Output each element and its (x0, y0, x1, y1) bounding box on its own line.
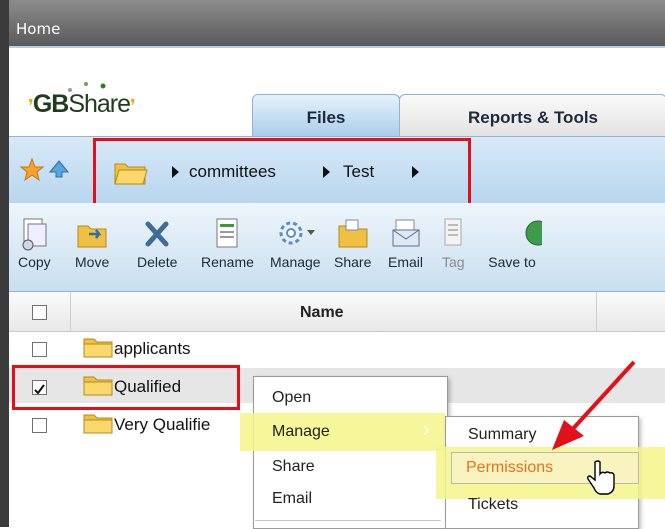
save-to-button[interactable]: Save to (482, 216, 551, 270)
submenu-item-tickets[interactable]: Tickets (468, 496, 518, 514)
window-frame-left (0, 0, 9, 527)
breadcrumb-test[interactable]: Test (343, 162, 374, 182)
breadcrumb-separator-icon (323, 166, 330, 178)
folder-icon (83, 336, 113, 362)
share-icon (334, 216, 371, 252)
hand-cursor-icon (586, 460, 616, 500)
folder-open-icon[interactable] (113, 158, 149, 190)
save-to-icon (482, 216, 551, 252)
up-arrow-icon[interactable] (48, 160, 70, 182)
breadcrumb-committees[interactable]: committees (189, 162, 276, 182)
row-checkbox[interactable] (32, 418, 47, 433)
submenu-item-summary[interactable]: Summary (468, 426, 536, 444)
email-icon (388, 216, 423, 252)
row-name[interactable]: applicants (114, 339, 191, 359)
manage-icon (270, 216, 321, 252)
delete-button[interactable]: Delete (137, 216, 177, 270)
folder-icon (83, 412, 113, 438)
email-button[interactable]: Email (388, 216, 423, 270)
window-title: Home (16, 20, 61, 38)
header-divider (9, 46, 665, 48)
submenu-arrow-icon: › (423, 419, 430, 441)
tag-icon (442, 216, 465, 252)
copy-icon (18, 216, 51, 252)
column-separator (70, 292, 71, 332)
annotation-arrow-icon (530, 358, 640, 472)
share-button[interactable]: Share (334, 216, 371, 270)
row-checkbox[interactable] (32, 342, 47, 357)
menu-item-manage[interactable]: Manage (272, 423, 330, 441)
row-name[interactable]: Very Qualifie (114, 415, 210, 435)
column-separator (596, 292, 597, 332)
tab-reports-tools[interactable]: Reports & Tools (399, 94, 665, 137)
rename-icon (201, 216, 254, 252)
favorites-star-icon[interactable] (19, 157, 45, 186)
menu-item-open[interactable]: Open (272, 389, 311, 407)
menu-divider (255, 520, 441, 521)
tag-button[interactable]: Tag (442, 216, 465, 270)
title-bar (0, 0, 665, 47)
rename-button[interactable]: Rename (201, 216, 254, 270)
tab-files[interactable]: Files (252, 94, 400, 137)
menu-item-share[interactable]: Share (272, 458, 315, 476)
copy-button[interactable]: Copy (18, 216, 51, 270)
breadcrumb-separator-icon (412, 166, 419, 178)
column-header-name[interactable]: Name (300, 304, 344, 322)
gbshare-logo: ❜GBShare❜ (28, 90, 136, 118)
move-button[interactable]: Move (75, 216, 109, 270)
menu-item-highlight (240, 413, 446, 451)
select-all-checkbox[interactable] (32, 305, 47, 320)
move-icon (75, 216, 109, 252)
breadcrumb-separator-icon (172, 166, 179, 178)
menu-item-email[interactable]: Email (272, 490, 312, 508)
selected-row-annotation-box (12, 365, 240, 410)
delete-icon (137, 216, 177, 252)
manage-button[interactable]: Manage (270, 216, 321, 270)
